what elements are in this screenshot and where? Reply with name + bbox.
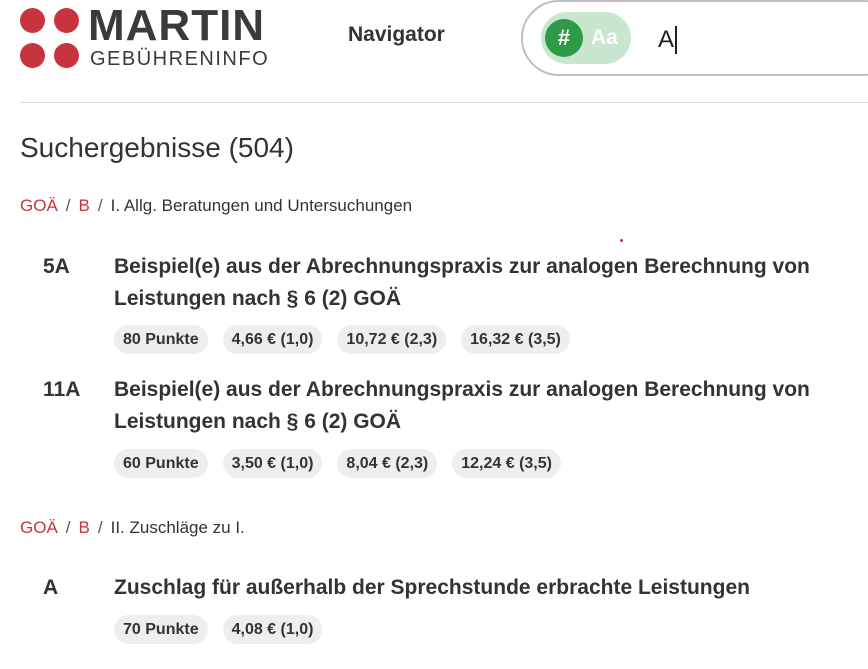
breadcrumb-separator: / [97,196,103,215]
breadcrumb-link-goae[interactable]: GOÄ [20,518,58,537]
result-code[interactable]: 5A [43,251,70,283]
fee-badge: 12,24 € (3,5) [452,449,561,478]
result-code[interactable]: A [43,572,58,604]
breadcrumb-separator: / [65,196,71,215]
result-description[interactable]: Zuschlag für außerhalb der Sprechstunde … [114,572,834,604]
navigator-link[interactable]: Navigator [348,22,445,48]
results-title: Suchergebnisse (504) [20,132,294,163]
search-bar: # Aa [521,0,868,76]
logo-dot [54,8,79,33]
points-badge: 60 Punkte [114,449,208,478]
header-divider [20,102,868,103]
text-cursor [675,26,677,54]
text-mode-icon[interactable]: Aa [591,22,618,54]
breadcrumb: GOÄ / B / II. Zuschläge zu I. [20,517,245,539]
fee-badge: 8,04 € (2,3) [337,449,438,478]
logo-dot [20,8,45,33]
logo-dot [54,43,79,68]
breadcrumb-link-b[interactable]: B [79,518,90,537]
fee-badge: 16,32 € (3,5) [461,325,570,354]
decorative-dot [620,239,623,242]
fee-badge: 3,50 € (1,0) [222,449,323,478]
fee-badge: 10,72 € (2,3) [337,325,447,354]
result-description[interactable]: Beispiel(e) aus der Abrechnungspraxis zu… [114,251,834,315]
result-code[interactable]: 11A [43,374,80,406]
breadcrumb-link-b[interactable]: B [79,196,90,215]
logo-title: MARTIN [88,1,266,50]
martin-logo[interactable]: MARTIN GEBÜHRENINFO [20,2,280,72]
breadcrumb-separator: / [97,518,103,537]
search-input[interactable] [658,20,858,60]
points-badge: 80 Punkte [114,325,208,354]
number-mode-icon[interactable]: # [545,19,583,57]
logo-dot [20,43,45,68]
fee-badge: 4,66 € (1,0) [222,325,323,354]
breadcrumb-separator: / [65,518,71,537]
result-badges: 70 Punkte 4,08 € (1,0) [114,615,323,644]
breadcrumb-current: II. Zuschläge zu I. [110,518,245,537]
breadcrumb-link-goae[interactable]: GOÄ [20,196,58,215]
header: MARTIN GEBÜHRENINFO Navigator # Aa [0,0,868,103]
breadcrumb-current: I. Allg. Beratungen und Untersuchungen [110,196,413,215]
fee-badge: 4,08 € (1,0) [222,615,323,644]
result-badges: 80 Punkte 4,66 € (1,0) 10,72 € (2,3) 16,… [114,325,570,354]
breadcrumb: GOÄ / B / I. Allg. Beratungen und Untersuchu… [20,195,412,217]
result-badges: 60 Punkte 3,50 € (1,0) 8,04 € (2,3) 12,2… [114,449,561,478]
search-mode-toggle[interactable]: # Aa [541,12,631,64]
points-badge: 70 Punkte [114,615,208,644]
result-description[interactable]: Beispiel(e) aus der Abrechnungspraxis zu… [114,374,834,438]
logo-subtitle: GEBÜHRENINFO [90,48,270,70]
